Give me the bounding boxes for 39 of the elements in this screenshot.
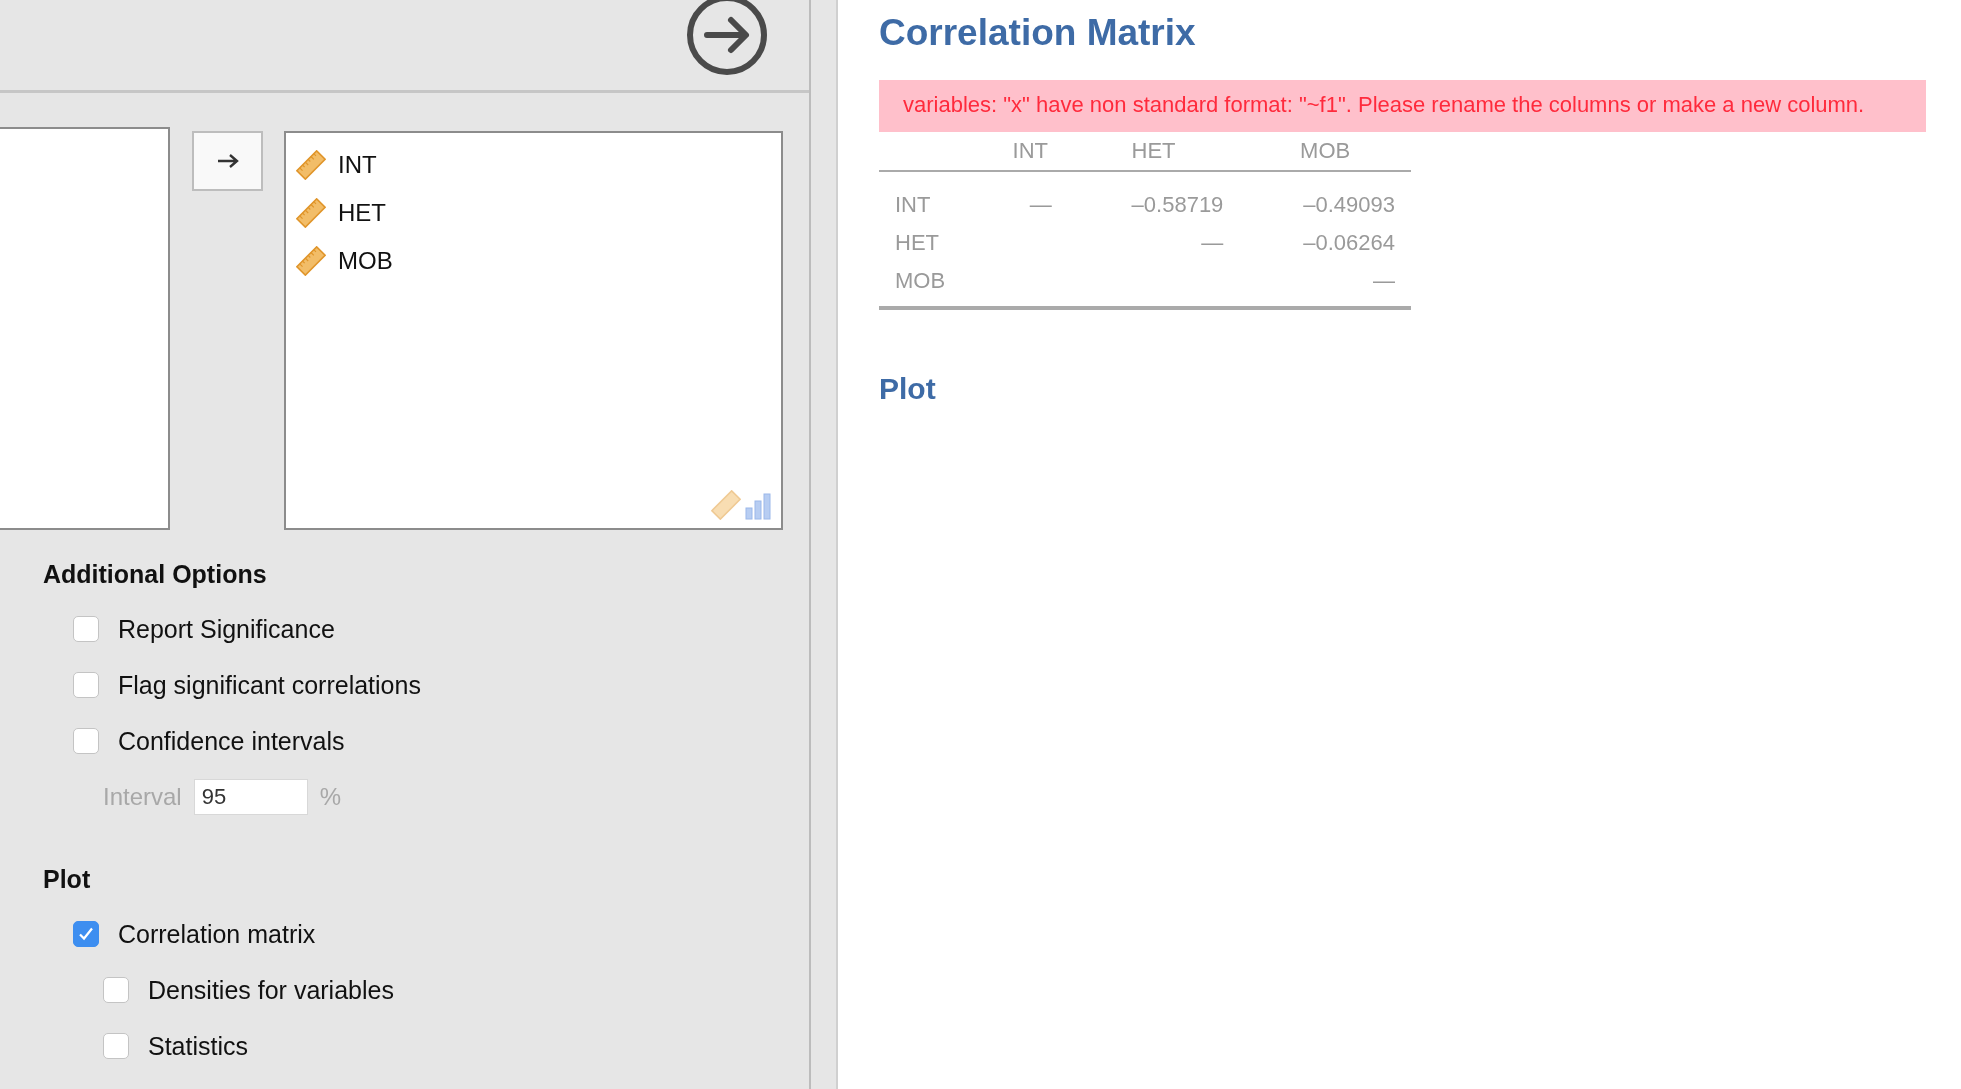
- table-cell: —: [992, 171, 1068, 224]
- checkbox[interactable]: [73, 728, 99, 754]
- checkbox-label: Statistics: [148, 1031, 249, 1061]
- table-cell-text: —: [1200, 229, 1225, 257]
- selected-variables-list[interactable]: INT HET MOB: [284, 131, 783, 530]
- checkbox[interactable]: [103, 977, 129, 1003]
- check-icon: [77, 925, 95, 943]
- checkbox[interactable]: [103, 1033, 129, 1059]
- checkbox[interactable]: [73, 921, 99, 947]
- variable-name[interactable]: MOB: [338, 247, 393, 275]
- row-header: MOB: [879, 262, 993, 308]
- move-button[interactable]: [192, 131, 263, 191]
- error-message: variables: "x" have non standard format: "~f1". Please rename the columns or make a new column.: [879, 80, 1926, 132]
- row-header: HET: [894, 229, 940, 257]
- table-cell: –0.58719: [1067, 171, 1240, 224]
- checkbox[interactable]: [73, 672, 99, 698]
- table-cell-text: –0.06264: [1302, 229, 1396, 257]
- checkbox-label: Flag significant correlations: [118, 670, 421, 700]
- run-button[interactable]: [686, 0, 768, 76]
- unit-label: %: [319, 783, 342, 811]
- variable-name[interactable]: INT: [338, 151, 377, 179]
- checkbox-label: Confidence intervals: [118, 726, 345, 756]
- section-heading: Plot: [42, 865, 92, 894]
- checkbox-label: Correlation matrix: [118, 919, 316, 949]
- arrow-icon: [215, 152, 240, 170]
- bar-chart-icon: [745, 492, 771, 520]
- section-heading: Plot: [879, 372, 937, 406]
- interval-label: Interval: [103, 783, 182, 811]
- row-header: INT: [879, 171, 993, 224]
- checkbox[interactable]: [73, 616, 99, 642]
- checkbox-label: Densities for variables: [148, 975, 394, 1005]
- variable-name[interactable]: HET: [338, 199, 386, 227]
- results-title: Correlation Matrix: [879, 11, 1197, 55]
- arrow-icon: [686, 0, 768, 76]
- table-cell: –0.49093: [1239, 171, 1411, 224]
- available-variables-list[interactable]: [0, 127, 170, 530]
- table-cell: —: [1239, 262, 1411, 308]
- checkbox-label: Report Significance: [118, 614, 335, 644]
- section-heading: Additional Options: [42, 560, 268, 589]
